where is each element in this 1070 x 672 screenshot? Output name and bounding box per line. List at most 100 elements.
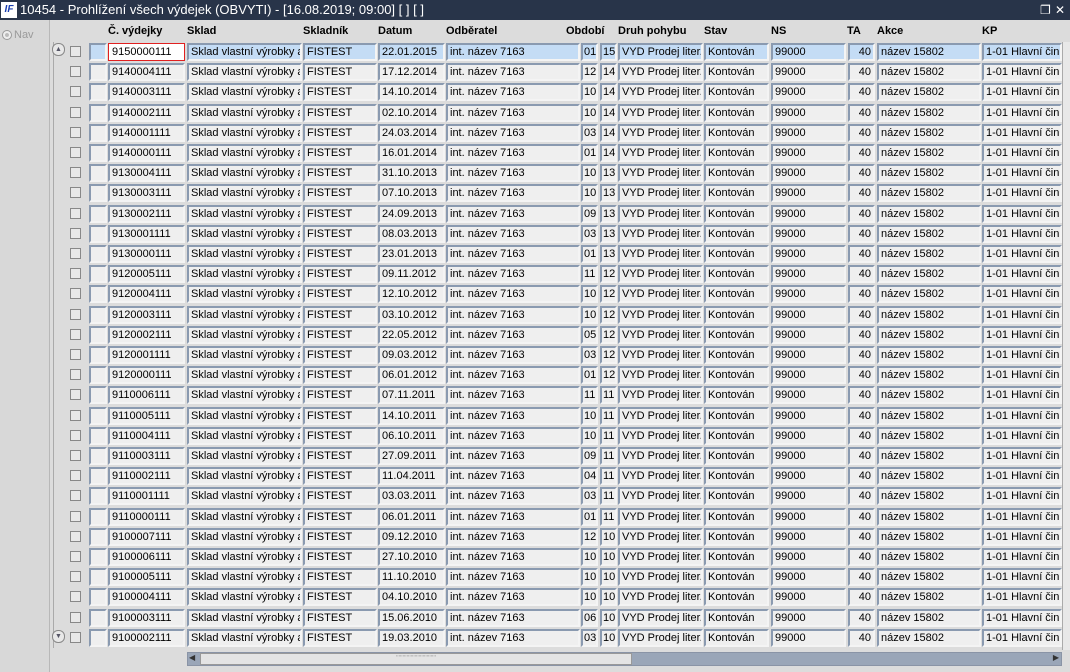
col-datum-cell[interactable]: 15.06.2010: [378, 608, 445, 627]
col-skladnik-cell[interactable]: FISTEST: [303, 184, 377, 203]
col-cislo-vydejky-header[interactable]: Č. výdejky: [108, 25, 162, 37]
col-obdobi-cell[interactable]: 03: [581, 224, 598, 243]
col-stav-cell[interactable]: Kontován: [704, 548, 769, 566]
col-ns-cell[interactable]: 99000: [771, 487, 846, 506]
col-datum-cell[interactable]: 17.12.2014: [378, 63, 445, 82]
col-odberatel-cell[interactable]: int. název 7163: [446, 265, 580, 284]
col-odberatel-cell[interactable]: int. název 7163: [446, 548, 580, 566]
col-datum-cell[interactable]: 27.10.2010: [378, 548, 445, 566]
row-checkbox[interactable]: [70, 349, 81, 360]
col-akce-cell[interactable]: název 15802: [877, 608, 981, 627]
col-kp-cell[interactable]: 1-01 Hlavní činn: [982, 346, 1062, 364]
col-stav-cell[interactable]: Kontován: [704, 346, 769, 364]
col-sklad-cell[interactable]: Sklad vlastní výrobky a: [187, 386, 302, 405]
col-ns-cell[interactable]: 99000: [771, 447, 846, 465]
col-sklad-cell[interactable]: Sklad vlastní výrobky a: [187, 346, 302, 364]
col-ns-cell[interactable]: 99000: [771, 103, 846, 122]
col-druh-pohybu-cell[interactable]: VYD Prodej liter.: [618, 265, 703, 284]
col-skladnik-cell[interactable]: FISTEST: [303, 527, 377, 546]
col-ns-cell[interactable]: 99000: [771, 568, 846, 587]
col-akce-cell[interactable]: název 15802: [877, 467, 981, 486]
col-obdobi-cell[interactable]: 10: [581, 406, 598, 425]
row-checkbox[interactable]: [70, 631, 81, 643]
col-odberatel-cell[interactable]: int. název 7163: [446, 63, 580, 82]
col-sklad-cell[interactable]: Sklad vlastní výrobky a: [187, 548, 302, 566]
col-obdobi-cell[interactable]: 10: [581, 548, 598, 566]
row-marker-cell[interactable]: [89, 507, 107, 526]
col-stav-cell[interactable]: Kontován: [704, 43, 769, 61]
col-druh-pohybu-cell[interactable]: VYD Prodej liter.: [618, 507, 703, 526]
col-datum-cell[interactable]: 14.10.2014: [378, 83, 445, 102]
col-sklad-cell[interactable]: Sklad vlastní výrobky a: [187, 224, 302, 243]
col-odberatel-cell[interactable]: int. název 7163: [446, 83, 580, 102]
row-marker-cell[interactable]: [89, 43, 107, 61]
col-ns-cell[interactable]: 99000: [771, 224, 846, 243]
col-datum-cell[interactable]: 06.10.2011: [378, 426, 445, 445]
row-checkbox[interactable]: [70, 450, 81, 461]
col-kp-cell[interactable]: 1-01 Hlavní činn: [982, 366, 1062, 385]
col-cislo-vydejky-cell[interactable]: 9130002111: [108, 204, 185, 223]
col-ns-cell[interactable]: 99000: [771, 588, 846, 607]
col-obdobi-cell[interactable]: 11: [600, 406, 617, 425]
col-kp-cell[interactable]: 1-01 Hlavní činn: [982, 83, 1062, 102]
col-datum-cell[interactable]: 09.03.2012: [378, 346, 445, 364]
col-kp-cell[interactable]: 1-01 Hlavní činn: [982, 588, 1062, 607]
col-obdobi-cell[interactable]: 01: [581, 507, 598, 526]
col-obdobi-cell[interactable]: 11: [581, 265, 598, 284]
row-checkbox[interactable]: [70, 510, 81, 522]
col-cislo-vydejky-cell[interactable]: 9120003111: [108, 305, 185, 324]
col-kp-cell[interactable]: 1-01 Hlavní činn: [982, 386, 1062, 405]
col-datum-cell[interactable]: 11.04.2011: [378, 467, 445, 486]
col-ns-cell[interactable]: 99000: [771, 164, 846, 183]
col-ta-cell[interactable]: 40: [848, 123, 875, 142]
col-akce-cell[interactable]: název 15802: [877, 548, 981, 566]
col-druh-pohybu-cell[interactable]: VYD Prodej liter.: [618, 224, 703, 243]
table-row[interactable]: 9110000111 Sklad vlastní výrobky a FISTEST…: [51, 507, 1062, 527]
col-obdobi-cell[interactable]: 10: [600, 527, 617, 546]
col-akce-cell[interactable]: název 15802: [877, 63, 981, 82]
col-obdobi-cell[interactable]: 10: [581, 83, 598, 102]
right-scrollbar[interactable]: [1062, 42, 1070, 650]
table-row[interactable]: 9150000111 Sklad vlastní výrobky a FISTEST…: [51, 42, 1062, 62]
row-checkbox[interactable]: [70, 530, 81, 542]
row-marker-cell[interactable]: [89, 608, 107, 627]
col-ta-cell[interactable]: 40: [848, 487, 875, 506]
col-cislo-vydejky-cell[interactable]: 9110001111: [108, 487, 185, 506]
col-cislo-vydejky-cell[interactable]: 9130000111: [108, 245, 185, 263]
col-ta-cell[interactable]: 40: [848, 63, 875, 82]
col-kp-cell[interactable]: 1-01 Hlavní činn: [982, 467, 1062, 486]
col-odberatel-cell[interactable]: int. název 7163: [446, 366, 580, 385]
col-ta-cell[interactable]: 40: [848, 43, 875, 61]
col-sklad-cell[interactable]: Sklad vlastní výrobky a: [187, 426, 302, 445]
col-obdobi-cell[interactable]: 12: [600, 346, 617, 364]
col-odberatel-cell[interactable]: int. název 7163: [446, 285, 580, 304]
col-ta-cell[interactable]: 40: [848, 164, 875, 183]
table-row[interactable]: 9130003111 Sklad vlastní výrobky a FISTEST…: [51, 183, 1062, 203]
col-cislo-vydejky-cell[interactable]: 9100005111: [108, 568, 185, 587]
col-skladnik-cell[interactable]: FISTEST: [303, 325, 377, 344]
col-akce-cell[interactable]: název 15802: [877, 305, 981, 324]
col-odberatel-cell[interactable]: int. název 7163: [446, 204, 580, 223]
col-ns-cell[interactable]: 99000: [771, 204, 846, 223]
row-marker-cell[interactable]: [89, 245, 107, 263]
col-datum-cell[interactable]: 16.01.2014: [378, 144, 445, 162]
table-row[interactable]: 9140003111 Sklad vlastní výrobky a FISTEST…: [51, 82, 1062, 102]
col-cislo-vydejky-cell[interactable]: 9140000111: [108, 144, 185, 162]
col-skladnik-cell[interactable]: FISTEST: [303, 507, 377, 526]
col-obdobi-cell[interactable]: 10: [600, 588, 617, 607]
col-odberatel-cell[interactable]: int. název 7163: [446, 507, 580, 526]
col-skladnik-cell[interactable]: FISTEST: [303, 568, 377, 587]
col-stav-cell[interactable]: Kontován: [704, 325, 769, 344]
col-ns-cell[interactable]: 99000: [771, 527, 846, 546]
col-akce-header[interactable]: Akce: [877, 25, 903, 37]
col-stav-cell[interactable]: Kontován: [704, 608, 769, 627]
col-obdobi-cell[interactable]: 12: [600, 285, 617, 304]
col-akce-cell[interactable]: název 15802: [877, 406, 981, 425]
col-obdobi-cell[interactable]: 11: [600, 507, 617, 526]
col-stav-cell[interactable]: Kontován: [704, 184, 769, 203]
col-ta-cell[interactable]: 40: [848, 548, 875, 566]
row-marker-cell[interactable]: [89, 447, 107, 465]
col-cislo-vydejky-cell[interactable]: 9110006111: [108, 386, 185, 405]
col-obdobi-cell[interactable]: 09: [581, 204, 598, 223]
col-datum-cell[interactable]: 03.03.2011: [378, 487, 445, 506]
